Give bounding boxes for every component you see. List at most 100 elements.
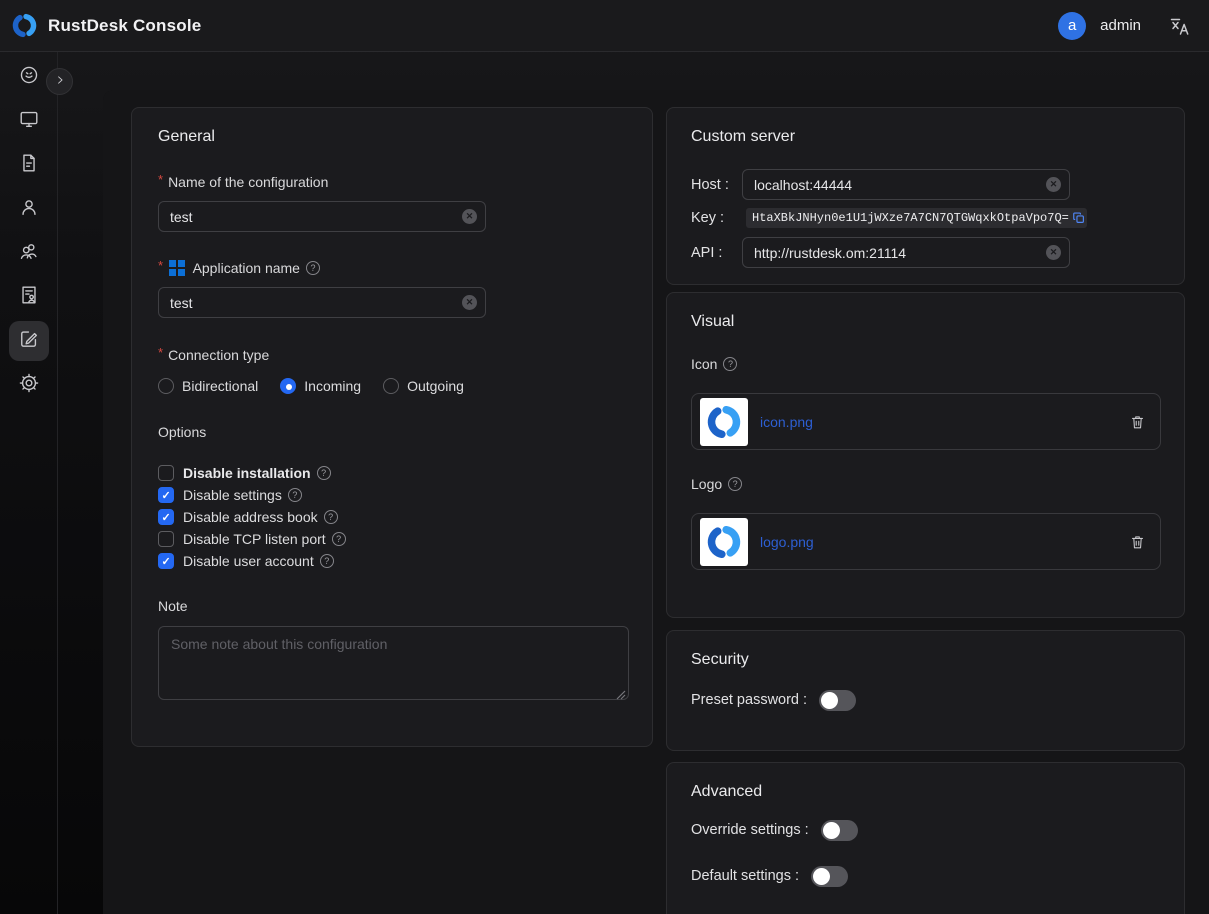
avatar[interactable]: a — [1058, 12, 1086, 40]
radio-outgoing[interactable]: Outgoing — [383, 378, 464, 394]
visual-card: Visual Icon ? icon.png — [666, 292, 1185, 618]
document-icon — [18, 152, 40, 179]
help-icon[interactable]: ? — [306, 261, 320, 275]
custom-server-card: Custom server Host : ✕ Key : HtaXBkJNHyn… — [666, 107, 1185, 285]
logo-file-row: logo.png — [691, 513, 1161, 570]
sidebar-item-dashboard[interactable] — [9, 57, 49, 97]
user-icon — [18, 196, 40, 223]
config-name-field: ✕ — [158, 201, 486, 232]
advanced-card: Advanced Override settings : Default set… — [666, 762, 1185, 914]
key-value: HtaXBkJNHyn0e1U1jWXze7A7CN7QTGWqxkOtpaVp… — [746, 208, 1087, 228]
override-settings-toggle[interactable] — [821, 820, 858, 841]
preset-password-toggle[interactable] — [819, 690, 856, 711]
logo-label: Logo ? — [691, 474, 1160, 494]
sidebar-item-address-books[interactable] — [9, 277, 49, 317]
application-name-label: * Application name ? — [158, 257, 626, 279]
sidebar-item-groups[interactable] — [9, 233, 49, 273]
brand: RustDesk Console — [10, 11, 201, 40]
app-title: RustDesk Console — [48, 16, 201, 36]
default-settings-label: Default settings : — [691, 868, 799, 884]
help-icon[interactable]: ? — [288, 488, 302, 502]
smiley-icon — [18, 64, 40, 91]
trash-icon[interactable] — [1129, 533, 1146, 551]
override-settings-row: Override settings : — [691, 819, 1160, 841]
help-icon[interactable]: ? — [317, 466, 331, 480]
custom-server-title: Custom server — [691, 126, 1160, 148]
checkbox-disable-address-book[interactable]: Disable address book ? — [158, 506, 626, 528]
security-title: Security — [691, 649, 1160, 671]
note-field — [158, 626, 629, 700]
radio-bidirectional[interactable]: Bidirectional — [158, 378, 258, 394]
users-icon — [18, 240, 40, 267]
security-card: Security Preset password : — [666, 630, 1185, 751]
required-asterisk: * — [158, 170, 163, 190]
checkbox-disable-settings[interactable]: Disable settings ? — [158, 484, 626, 506]
api-row: API : ✕ — [691, 237, 1160, 268]
preset-password-label: Preset password : — [691, 692, 807, 708]
api-field: ✕ — [742, 237, 1070, 268]
host-input[interactable] — [742, 169, 1070, 200]
general-title: General — [158, 126, 626, 148]
options-label: Options — [158, 422, 626, 442]
help-icon[interactable]: ? — [332, 532, 346, 546]
rustdesk-logo-icon — [10, 11, 39, 40]
checkbox-disable-installation[interactable]: Disable installation ? — [158, 462, 626, 484]
clear-icon[interactable]: ✕ — [1046, 245, 1061, 260]
application-name-input[interactable] — [158, 287, 486, 318]
checkbox-icon — [158, 531, 174, 547]
radio-icon — [383, 378, 399, 394]
required-asterisk: * — [158, 343, 163, 363]
help-icon[interactable]: ? — [324, 510, 338, 524]
application-name-field: ✕ — [158, 287, 486, 318]
connection-type-label: * Connection type — [158, 345, 626, 365]
trash-icon[interactable] — [1129, 413, 1146, 431]
checkbox-disable-user-account[interactable]: Disable user account ? — [158, 550, 626, 572]
checkbox-checked-icon — [158, 509, 174, 525]
radio-incoming[interactable]: Incoming — [280, 378, 361, 394]
sidebar-item-settings[interactable] — [9, 365, 49, 405]
logo-file-link[interactable]: logo.png — [760, 534, 814, 550]
help-icon[interactable]: ? — [723, 357, 737, 371]
clear-icon[interactable]: ✕ — [462, 209, 477, 224]
sidebar-collapse-button[interactable] — [46, 68, 73, 95]
checkbox-icon — [158, 465, 174, 481]
user-area: a admin — [1058, 12, 1191, 40]
note-textarea[interactable] — [158, 626, 629, 700]
rustdesk-console-app: RustDesk Console a admin — [0, 0, 1209, 914]
config-name-label: * Name of the configuration — [158, 172, 626, 192]
preset-password-row: Preset password : — [691, 689, 1160, 711]
options-list: Disable installation ? Disable settings … — [158, 462, 626, 572]
main-panel: General * Name of the configuration ✕ * … — [103, 90, 1209, 914]
topbar: RustDesk Console a admin — [0, 0, 1209, 52]
translate-icon[interactable] — [1167, 14, 1191, 38]
key-row: Key : HtaXBkJNHyn0e1U1jWXze7A7CN7QTGWqxk… — [691, 208, 1160, 228]
help-icon[interactable]: ? — [728, 477, 742, 491]
default-settings-toggle[interactable] — [811, 866, 848, 887]
checkbox-disable-tcp-listen-port[interactable]: Disable TCP listen port ? — [158, 528, 626, 550]
checkbox-checked-icon — [158, 553, 174, 569]
sidebar-item-custom-clients[interactable] — [9, 321, 49, 361]
clear-icon[interactable]: ✕ — [462, 295, 477, 310]
username[interactable]: admin — [1100, 17, 1141, 34]
sidebar-item-users[interactable] — [9, 189, 49, 229]
sidebar-item-logs[interactable] — [9, 145, 49, 185]
config-name-input[interactable] — [158, 201, 486, 232]
help-icon[interactable]: ? — [320, 554, 334, 568]
host-field: ✕ — [742, 169, 1070, 200]
icon-file-link[interactable]: icon.png — [760, 414, 813, 430]
monitor-icon — [18, 108, 40, 135]
api-input[interactable] — [742, 237, 1070, 268]
required-asterisk: * — [158, 256, 163, 276]
radio-icon — [158, 378, 174, 394]
visual-title: Visual — [691, 311, 1160, 333]
sidebar-item-devices[interactable] — [9, 101, 49, 141]
icon-label: Icon ? — [691, 354, 1160, 374]
radio-selected-icon — [280, 378, 296, 394]
api-label: API : — [691, 245, 742, 261]
clear-icon[interactable]: ✕ — [1046, 177, 1061, 192]
advanced-title: Advanced — [691, 781, 1160, 803]
windows-logo-icon — [169, 260, 185, 276]
copy-icon[interactable] — [1072, 211, 1086, 225]
host-label: Host : — [691, 177, 742, 193]
audit-log-icon — [18, 284, 40, 311]
